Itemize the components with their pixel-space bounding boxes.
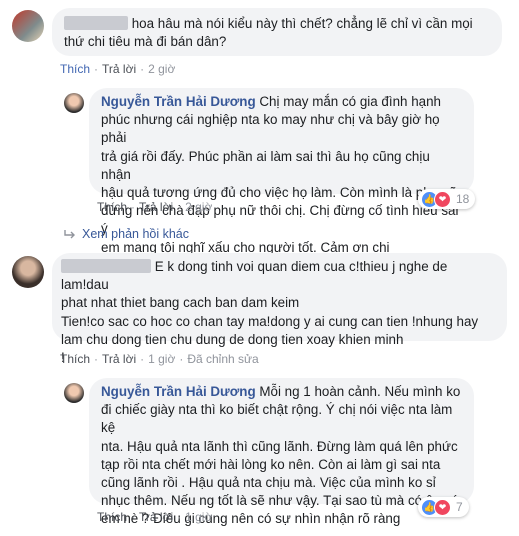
reply-actions: Thích · Trả lời · 1 giờ bbox=[97, 510, 213, 524]
reply-arrow-icon bbox=[64, 230, 75, 239]
redacted-name bbox=[61, 259, 151, 273]
view-more-replies[interactable]: Xem phản hồi khác bbox=[64, 227, 189, 241]
reaction-count[interactable]: 👍 ❤ 7 bbox=[418, 497, 469, 517]
reply-link[interactable]: Trả lời bbox=[139, 510, 173, 524]
timestamp[interactable]: 2 giờ bbox=[185, 200, 212, 214]
reply-bubble: Nguyễn Trần Hải Dương Chị may mắn có gia… bbox=[89, 88, 474, 255]
author-name[interactable]: Nguyễn Trần Hải Dương bbox=[101, 94, 256, 109]
edited-label[interactable]: Đã chỉnh sửa bbox=[187, 352, 258, 366]
comment-actions: Thích · Trả lời · 2 giờ bbox=[60, 62, 176, 76]
reply-bubble: Nguyễn Trần Hải Dương Mỗi ng 1 hoàn cảnh… bbox=[89, 378, 474, 526]
avatar[interactable] bbox=[12, 256, 44, 288]
author-name[interactable]: Nguyễn Trần Hải Dương bbox=[101, 384, 256, 399]
comment-text: E k dong tinh voi quan diem cua c!thieu … bbox=[61, 259, 479, 366]
comment-bubble: E k dong tinh voi quan diem cua c!thieu … bbox=[52, 253, 507, 365]
avatar[interactable] bbox=[12, 10, 44, 42]
like-link[interactable]: Thích bbox=[97, 510, 127, 524]
avatar[interactable] bbox=[64, 93, 84, 113]
comment-actions: Thích · Trả lời · 1 giờ · Đã chỉnh sửa bbox=[60, 352, 259, 366]
like-link[interactable]: Thích bbox=[60, 352, 90, 366]
timestamp[interactable]: 1 giờ bbox=[185, 510, 212, 524]
timestamp[interactable]: 1 giờ bbox=[148, 352, 175, 366]
reply-actions: Thích · Trả lời · 2 giờ bbox=[97, 200, 213, 214]
comment-bubble: hoa hâu mà nói kiểu này thì chết? chẳng … bbox=[52, 8, 502, 56]
like-link[interactable]: Thích bbox=[60, 62, 90, 76]
reply-link[interactable]: Trả lời bbox=[139, 200, 173, 214]
like-link[interactable]: Thích bbox=[97, 200, 127, 214]
reply-link[interactable]: Trả lời bbox=[102, 352, 136, 366]
love-reaction-icon: ❤ bbox=[434, 498, 451, 516]
redacted-name bbox=[64, 16, 128, 30]
avatar[interactable] bbox=[64, 383, 84, 403]
love-reaction-icon: ❤ bbox=[434, 190, 451, 208]
timestamp[interactable]: 2 giờ bbox=[148, 62, 175, 76]
reaction-count[interactable]: 👍 ❤ 18 bbox=[418, 189, 476, 209]
reply-link[interactable]: Trả lời bbox=[102, 62, 136, 76]
reply-text: Mỗi ng 1 hoàn cảnh. Nếu mình ko đi chiếc… bbox=[101, 384, 461, 527]
